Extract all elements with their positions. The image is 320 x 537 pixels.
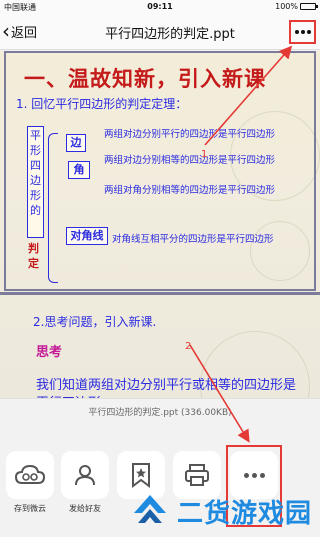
battery-percent: 100% bbox=[275, 2, 298, 11]
more-icon bbox=[294, 30, 299, 34]
slide-title: 一、温故知新，引入新课 bbox=[24, 67, 266, 91]
slide-divider bbox=[0, 292, 320, 295]
person-icon bbox=[75, 465, 95, 486]
annotation-number-1: 1 bbox=[201, 149, 208, 160]
vertical-label: 平 形 四 边 形 的 bbox=[27, 126, 44, 238]
vertical-label-red: 判定 bbox=[28, 242, 39, 270]
navigation-bar: ‹ 返回 平行四边形的判定.ppt bbox=[0, 14, 320, 50]
think-label: 思考 bbox=[36, 345, 63, 360]
status-right: 100% bbox=[275, 2, 318, 11]
vertical-char: 形 bbox=[30, 144, 41, 157]
clock: 09:11 bbox=[147, 2, 173, 11]
more-icon-dot bbox=[300, 30, 305, 34]
category-label-side: 边 bbox=[66, 134, 86, 152]
battery-icon bbox=[300, 3, 318, 10]
watermark-text: 二货游戏园 bbox=[177, 498, 313, 529]
save-to-weiyun-button[interactable] bbox=[6, 451, 54, 499]
watermark: 二货游戏园 bbox=[128, 485, 320, 537]
slide-subtitle: 1. 回忆平行四边形的判定定理： bbox=[16, 97, 188, 111]
vertical-char: 形 bbox=[30, 189, 41, 202]
rule-text: 对角线互相平分的四边形是平行四边形 bbox=[112, 234, 274, 245]
category-label-angle: 角 bbox=[68, 161, 90, 179]
back-label: 返回 bbox=[11, 25, 38, 41]
watermark-logo-icon bbox=[134, 495, 166, 523]
rule-text: 两组对角分别相等的四边形是平行四边形 bbox=[104, 185, 276, 196]
slide-preview[interactable]: 一、温故知新，引入新课 1. 回忆平行四边形的判定定理： 平 形 四 边 形 的… bbox=[0, 51, 320, 398]
file-info: 平行四边形的判定.ppt (336.00KB) bbox=[88, 408, 232, 418]
cloud-icon bbox=[15, 464, 45, 484]
category-label-diagonal: 对角线 bbox=[66, 227, 108, 245]
more-icon-dot bbox=[306, 30, 311, 34]
vertical-char: 四 bbox=[30, 159, 41, 172]
more-options-button[interactable] bbox=[289, 20, 316, 44]
vertical-char: 平 bbox=[30, 129, 41, 142]
question-body: 我们知道两组对边分别平行或相等的四边形是平行四边形. bbox=[36, 378, 297, 398]
send-to-friend-label: 发给好友 bbox=[69, 504, 101, 513]
vertical-char: 的 bbox=[30, 204, 41, 217]
annotation-number-2: 2 bbox=[185, 341, 192, 352]
status-bar: 中国联通 09:11 100% bbox=[0, 0, 320, 14]
page-title: 平行四边形的判定.ppt bbox=[105, 27, 235, 42]
brace-decoration bbox=[48, 133, 58, 283]
save-to-weiyun-label: 存到微云 bbox=[14, 504, 46, 513]
question-title: 2.思考问题，引入新课. bbox=[33, 315, 157, 329]
chevron-left-icon: ‹ bbox=[2, 19, 10, 43]
send-to-friend-button[interactable] bbox=[61, 451, 109, 499]
vertical-char: 边 bbox=[30, 174, 41, 187]
back-button[interactable]: ‹ 返回 bbox=[2, 21, 37, 41]
rule-text: 两组对边分别平行的四边形是平行四边形 bbox=[104, 129, 276, 140]
printer-icon bbox=[185, 464, 209, 486]
rule-text: 两组对边分别相等的四边形是平行四边形 bbox=[104, 155, 276, 166]
